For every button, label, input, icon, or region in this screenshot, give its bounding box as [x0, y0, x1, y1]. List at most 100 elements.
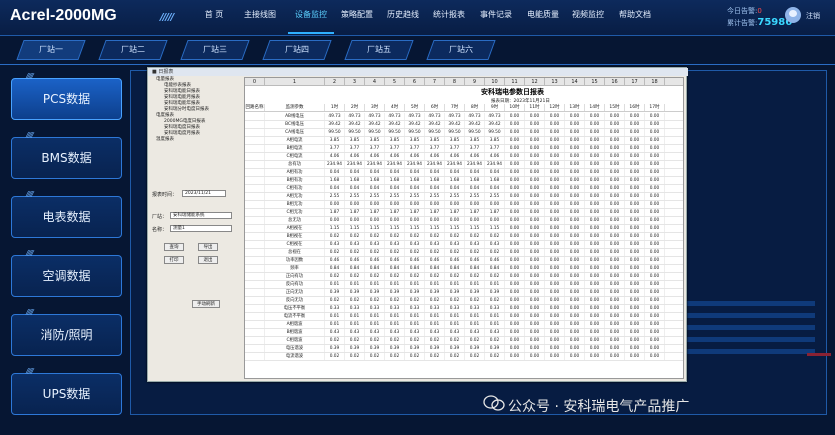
row-value-cell: 0.00 [585, 217, 605, 224]
row-value-cell: 0.01 [385, 281, 405, 288]
row-value-cell: 0.00 [565, 241, 585, 248]
row-name-cell: B相谐波 [265, 329, 325, 336]
date-label: 报表时间： [152, 192, 178, 198]
nav-item[interactable]: 视频监控 [566, 0, 610, 34]
plant-tab-label: 厂站二 [121, 45, 145, 54]
row-value-cell: 0.00 [525, 281, 545, 288]
row-value-cell: 0.46 [465, 257, 485, 264]
exit-button[interactable]: 退出 [198, 256, 218, 264]
row-value-cell: 0.00 [525, 161, 545, 168]
date-select[interactable]: 2023/11/21 [182, 190, 226, 197]
row-value-cell: 49.73 [485, 113, 505, 120]
sidebar-button[interactable]: ///// UPS数据 [11, 367, 122, 415]
row-value-cell: 1.87 [365, 209, 385, 216]
row-value-cell: 0.00 [565, 273, 585, 280]
row-value-cell: 0.04 [325, 169, 345, 176]
row-value-cell: 0.00 [645, 185, 665, 192]
row-value-cell: 0.39 [445, 289, 465, 296]
table-row: 电流不平衡 0.01 0.01 0.01 0.01 0.01 0.01 0.01 0.01 0.0… [245, 313, 683, 321]
row-blank-cell [245, 209, 265, 216]
sidebar-button[interactable]: ///// 空调数据 [11, 249, 122, 297]
query-button[interactable]: 查询 [164, 243, 184, 251]
sidebar-button[interactable]: ///// 电表数据 [11, 190, 122, 238]
row-value-cell: 0.02 [405, 353, 425, 360]
row-value-cell: 0.00 [565, 153, 585, 160]
row-value-cell: 0.00 [525, 289, 545, 296]
row-value-cell: 0.84 [365, 265, 385, 272]
row-value-cell: 0.39 [405, 345, 425, 352]
plant-tab[interactable]: 厂站二 [98, 40, 168, 60]
row-value-cell: 0.00 [505, 137, 525, 144]
sidebar-button[interactable]: ///// BMS数据 [11, 131, 122, 179]
row-blank-cell [245, 233, 265, 240]
plant-tab[interactable]: 厂站一 [16, 40, 86, 60]
row-value-cell: 0.00 [565, 289, 585, 296]
plant-select[interactable]: 安科瑞储能系统 [170, 212, 232, 219]
user-avatar-icon[interactable] [785, 7, 801, 23]
row-blank-cell [245, 153, 265, 160]
row-value-cell: 0.00 [625, 273, 645, 280]
row-value-cell: 3.77 [425, 145, 445, 152]
print-button[interactable]: 打印 [164, 256, 184, 264]
row-value-cell: 0.00 [625, 321, 645, 328]
nav-item[interactable]: 主接线图 [232, 0, 288, 34]
row-blank-cell [245, 257, 265, 264]
row-value-cell: 39.42 [325, 121, 345, 128]
refresh-button[interactable]: 手动刷新 [192, 300, 220, 308]
nav-item[interactable]: 统计报表 [426, 0, 472, 34]
row-value-cell: 0.04 [465, 169, 485, 176]
nav-item[interactable]: 电能质量 [520, 0, 566, 34]
row-value-cell: 0.00 [545, 321, 565, 328]
grid-column-header: 15 [585, 78, 605, 85]
row-value-cell: 0.01 [485, 321, 505, 328]
nav-item[interactable]: 帮助文档 [610, 0, 660, 34]
plant-tab[interactable]: 厂站三 [180, 40, 250, 60]
row-blank-cell [245, 121, 265, 128]
row-value-cell: 0.00 [545, 185, 565, 192]
row-value-cell: 1.15 [405, 225, 425, 232]
row-value-cell: 0.00 [605, 177, 625, 184]
plant-tab[interactable]: 厂站六 [426, 40, 496, 60]
export-button[interactable]: 导出 [198, 243, 218, 251]
decor-slashes: ///// [26, 308, 34, 316]
nav-item[interactable]: 历史趋线 [380, 0, 426, 34]
nav-item[interactable]: 首 页 [196, 0, 232, 34]
row-value-cell: 0.02 [405, 337, 425, 344]
plant-tab[interactable]: 厂站五 [344, 40, 414, 60]
row-value-cell: 0.00 [585, 201, 605, 208]
tree-item[interactable]: 温度报表 [150, 137, 242, 143]
row-value-cell: 0.00 [645, 153, 665, 160]
row-value-cell: 0.00 [625, 241, 645, 248]
row-value-cell: 0.00 [565, 129, 585, 136]
row-value-cell: 0.00 [605, 137, 625, 144]
row-value-cell: 1.87 [345, 209, 365, 216]
row-value-cell: 0.00 [525, 129, 545, 136]
row-value-cell: 49.73 [465, 113, 485, 120]
row-value-cell: 0.04 [385, 169, 405, 176]
row-value-cell: 99.50 [465, 129, 485, 136]
sidebar-button[interactable]: ///// 消防/照明 [11, 308, 122, 356]
nav-item[interactable]: 策略配置 [334, 0, 380, 34]
grid-column-header: 13 [545, 78, 565, 85]
row-value-cell: 0.00 [625, 337, 645, 344]
logout-link[interactable]: 注销 [806, 11, 820, 21]
row-value-cell: 0.00 [645, 177, 665, 184]
row-blank-cell [245, 201, 265, 208]
row-value-cell: 0.43 [325, 241, 345, 248]
row-value-cell: 0.01 [485, 313, 505, 320]
row-value-cell: 3.77 [465, 145, 485, 152]
nav-item[interactable]: 设备监控 [288, 0, 334, 34]
row-value-cell: 0.02 [445, 297, 465, 304]
row-name-cell: 总视在 [265, 249, 325, 256]
row-value-cell: 0.02 [345, 233, 365, 240]
sidebar-button[interactable]: ///// PCS数据 [11, 72, 122, 120]
row-value-cell: 0.39 [345, 345, 365, 352]
nav-item[interactable]: 事件记录 [472, 0, 520, 34]
row-value-cell: 4.06 [405, 153, 425, 160]
plant-tab[interactable]: 厂站四 [262, 40, 332, 60]
sidebar-button-label: 空调数据 [42, 269, 91, 283]
row-value-cell: 1.15 [425, 225, 445, 232]
name-select[interactable]: 测量1 [170, 225, 232, 232]
row-value-cell: 0.00 [445, 217, 465, 224]
row-value-cell: 0.33 [365, 305, 385, 312]
